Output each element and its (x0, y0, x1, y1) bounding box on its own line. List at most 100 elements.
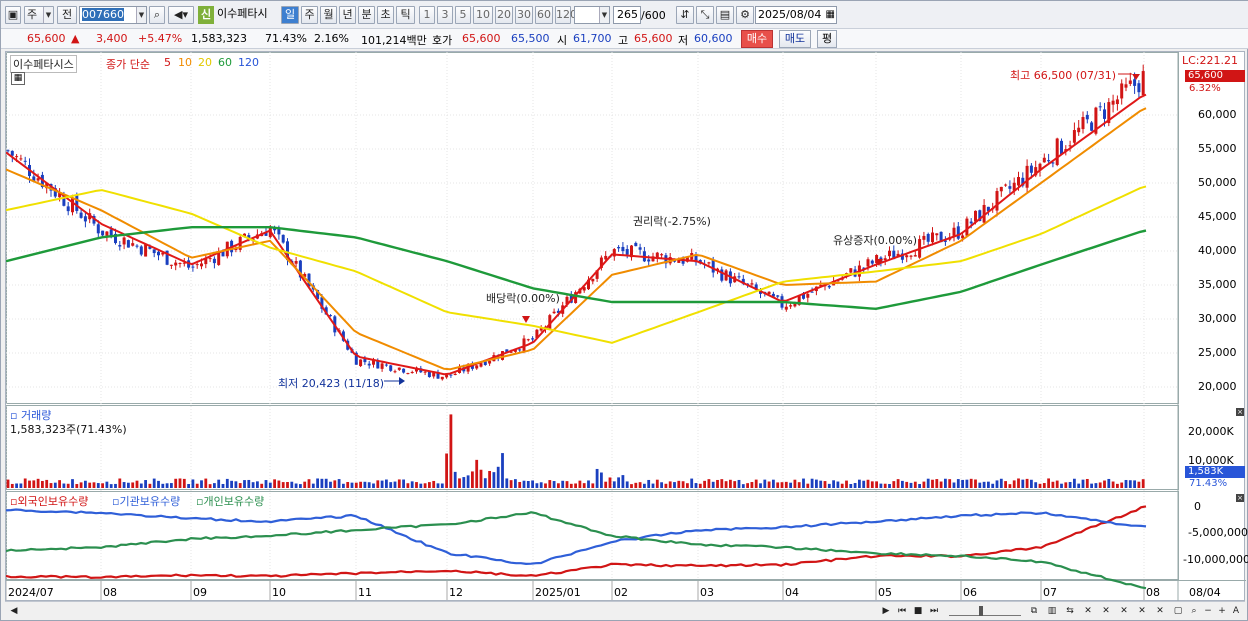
interval-custom[interactable]: ▼ (574, 6, 610, 24)
close-icon[interactable]: × (1236, 494, 1244, 502)
candle-body (711, 260, 715, 273)
volume-bar (320, 478, 324, 488)
gear-icon[interactable]: ⚙ (736, 6, 754, 24)
scroll-right-icon[interactable]: ▶ (879, 604, 893, 618)
tool-a-icon[interactable]: ✕ (1081, 604, 1095, 618)
ma-label[interactable]: 종가 단순 (106, 56, 150, 72)
font-icon[interactable]: A (1229, 604, 1243, 618)
plus-icon[interactable]: + (1215, 604, 1229, 618)
volume-bar (883, 483, 887, 488)
candle-body (169, 264, 173, 266)
mode-select[interactable]: 주 ▼ (24, 6, 54, 24)
tool-e-icon[interactable]: ✕ (1153, 604, 1167, 618)
price-tick: 45,000 (1198, 210, 1237, 223)
stop-icon[interactable]: ■ (911, 604, 925, 618)
period-second[interactable]: 초 (377, 6, 394, 24)
volume-bar (436, 483, 440, 488)
volume-bar (346, 482, 350, 488)
interval-60[interactable]: 60 (535, 6, 553, 24)
candle-body (621, 246, 625, 252)
chart-scrollbar[interactable]: ◀ ▶ ⏮ ■ ⏭ ⧉ ▥ ⇆ ✕ ✕ ✕ ✕ ✕ ▢ ⌕ − + A (5, 601, 1245, 619)
scroll-left-icon[interactable]: ◀ (7, 604, 21, 618)
interval-20[interactable]: 20 (495, 6, 513, 24)
candle-body (1085, 114, 1089, 120)
minus-icon[interactable]: − (1201, 604, 1215, 618)
x-tick: 07 (1043, 586, 1057, 599)
volume-bar (565, 481, 569, 488)
compare-icon[interactable]: ⇆ (1063, 604, 1077, 618)
period-year[interactable]: 년 (339, 6, 356, 24)
period-minute[interactable]: 분 (358, 6, 375, 24)
count-input[interactable]: 265 (613, 6, 641, 24)
buy-button[interactable]: 매수 (741, 30, 773, 48)
chart-icon[interactable]: ▥ (1045, 604, 1059, 618)
date-input[interactable]: 2025/08/04 ▦ (755, 6, 837, 24)
volume-bar (716, 479, 719, 488)
rewind-icon[interactable]: ⏮ (895, 604, 909, 618)
save-icon[interactable]: ▤ (716, 6, 734, 24)
volume-bar (268, 482, 272, 488)
high-price: 65,600 (634, 32, 673, 45)
volume-bar (238, 483, 242, 488)
volume-bar (664, 483, 668, 488)
candle-body (647, 259, 651, 262)
close-icon[interactable]: × (1236, 408, 1244, 416)
interval-3[interactable]: 3 (437, 6, 453, 24)
volume-bar (612, 481, 616, 488)
volume-bar (707, 479, 711, 488)
volume-bar (152, 478, 156, 488)
stock-tag[interactable]: 이수페타시스 (10, 55, 77, 73)
volume-bar (221, 483, 225, 488)
tool-d-icon[interactable]: ✕ (1135, 604, 1149, 618)
candle-body (531, 338, 535, 340)
candle-body (935, 233, 939, 236)
eval-button[interactable]: 평 (817, 30, 837, 48)
volume-bar (324, 478, 328, 488)
volume-bar (273, 479, 276, 488)
interval-120[interactable]: 120 (555, 6, 577, 24)
volume-bar (187, 484, 190, 488)
volume-bar (737, 479, 741, 488)
period-week[interactable]: 주 (301, 6, 318, 24)
volume-bar (88, 482, 92, 488)
grid-icon[interactable]: ▦ (11, 72, 25, 85)
chart-area[interactable]: 이수페타시스 종가 단순 5 10 20 60 120 ▦ LC:221.21 … (5, 51, 1248, 602)
high-note: 최고 66,500 (07/31) (1010, 69, 1117, 82)
sell-button[interactable]: 매도 (779, 30, 811, 48)
speaker-icon[interactable]: ◀▾ (168, 6, 194, 24)
interval-30[interactable]: 30 (515, 6, 533, 24)
volume-bar (182, 478, 186, 488)
tool-f-icon[interactable]: ▢ (1171, 604, 1185, 618)
period-tick[interactable]: 틱 (396, 6, 415, 24)
draw-icon[interactable]: ⤡ (696, 6, 714, 24)
x-tick: 11 (358, 586, 372, 599)
ma-20-label: 20 (198, 56, 212, 69)
zoom-slider-handle[interactable] (979, 606, 983, 616)
period-month[interactable]: 월 (320, 6, 337, 24)
tool-c-icon[interactable]: ✕ (1117, 604, 1131, 618)
candle-body (79, 212, 83, 218)
zoom-slider[interactable] (949, 606, 1021, 616)
interval-10[interactable]: 10 (473, 6, 493, 24)
search-icon[interactable]: ⌕ (149, 6, 165, 24)
volume-bar (316, 478, 319, 488)
tool-b-icon[interactable]: ✕ (1099, 604, 1113, 618)
price-tick: 25,000 (1198, 346, 1237, 359)
period-day[interactable]: 일 (281, 6, 299, 24)
prev-button[interactable]: 전 (57, 6, 77, 24)
volume-bar (84, 480, 87, 488)
copy-icon[interactable]: ⧉ (1027, 604, 1041, 618)
candle-body (281, 234, 285, 243)
volume-bar (337, 479, 341, 488)
forward-icon[interactable]: ⏭ (927, 604, 941, 618)
ask-price: 65,600 (462, 32, 501, 45)
volume-bar (591, 483, 595, 488)
code-input[interactable]: 007660 ▼ (79, 6, 147, 24)
chart-svg (5, 52, 1246, 602)
calendar-icon[interactable]: ▦ (826, 7, 835, 23)
window-icon[interactable]: ▣ (5, 6, 21, 24)
search-icon[interactable]: ⌕ (1187, 604, 1201, 618)
interval-1[interactable]: 1 (419, 6, 435, 24)
zoom-icon[interactable]: ⇵ (676, 6, 694, 24)
interval-5[interactable]: 5 (455, 6, 471, 24)
